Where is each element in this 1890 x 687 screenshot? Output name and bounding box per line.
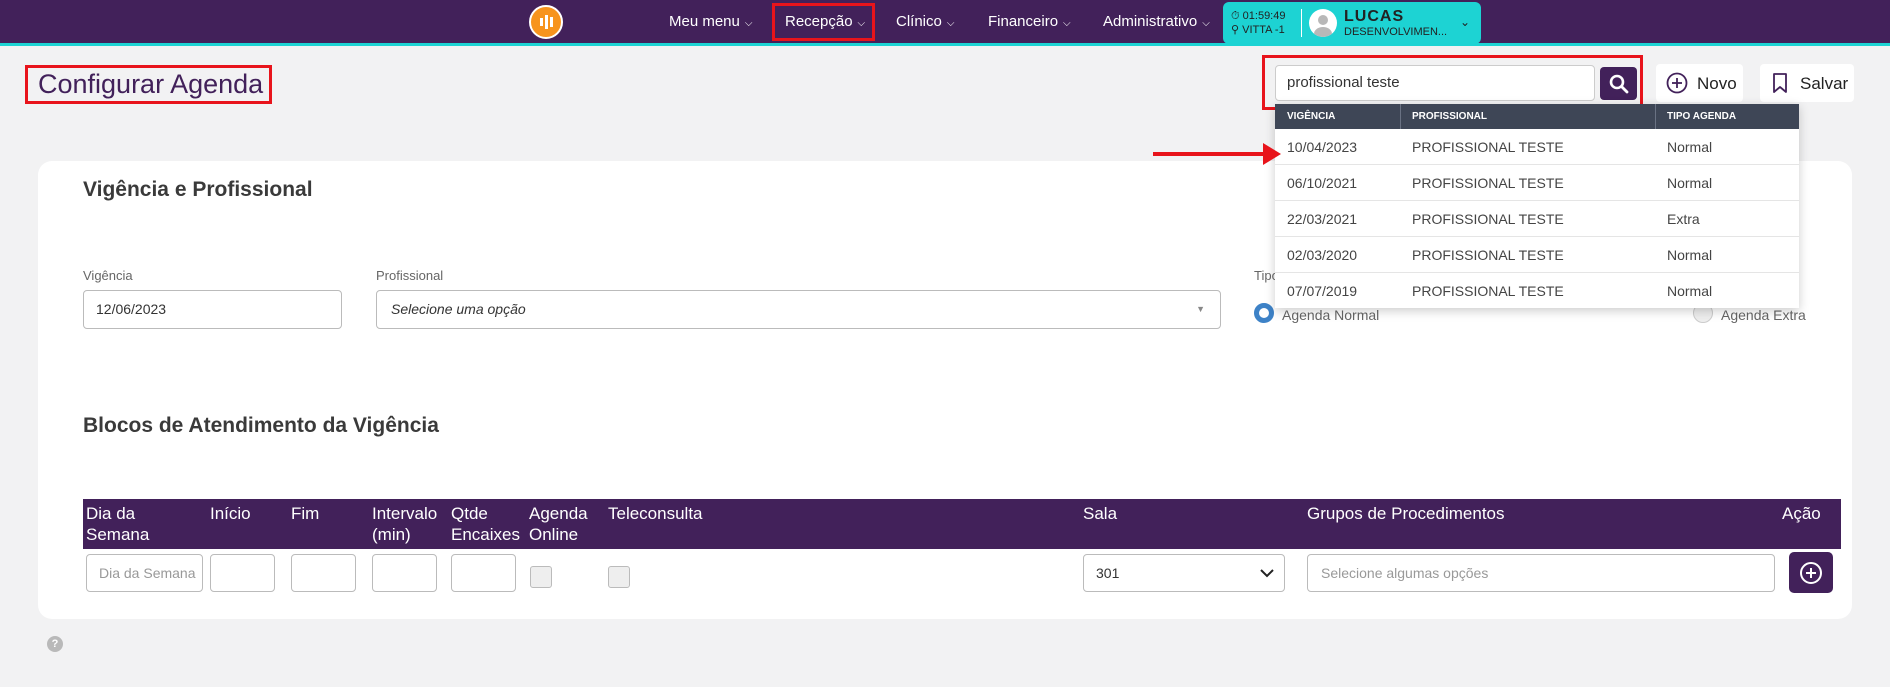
encaixes-input[interactable] (451, 554, 516, 592)
chevron-down-icon (1260, 569, 1274, 578)
result-tipo: Normal (1667, 283, 1713, 299)
dia-semana-input[interactable]: Dia da Semana (86, 554, 203, 592)
radio-agenda-normal-label: Agenda Normal (1282, 307, 1380, 323)
result-tipo: Extra (1667, 211, 1700, 227)
vigencia-label: Vigência (83, 268, 133, 283)
chevron-down-icon: ⌄ (1460, 15, 1471, 29)
chevron-down-icon: ⌵ (946, 18, 955, 29)
result-vigencia: 10/04/2023 (1287, 139, 1358, 155)
session-time: 01:59:49 (1242, 10, 1286, 22)
result-vigencia: 06/10/2021 (1287, 175, 1358, 191)
annotation-arrow (1153, 152, 1270, 156)
user-menu[interactable]: ⏱ 01:59:49 ⚲ VITTA -1 LUCAS DESENVOLVIME… (1223, 2, 1481, 44)
result-vigencia: 07/07/2019 (1287, 283, 1358, 299)
result-profissional: PROFISSIONAL TESTE (1412, 139, 1564, 155)
nav-item-meu-menu[interactable]: Meu menu ⌵ (669, 0, 752, 43)
column-header-fim: Fim (291, 504, 320, 523)
column-header-sala: Sala (1083, 504, 1118, 523)
profissional-label: Profissional (376, 268, 444, 283)
search-result-row[interactable]: 22/03/2021 PROFISSIONAL TESTE Extra (1275, 201, 1799, 237)
teleconsulta-checkbox[interactable] (608, 566, 630, 588)
novo-button[interactable]: Novo (1656, 64, 1743, 102)
result-tipo: Normal (1667, 247, 1713, 263)
column-header-acao: Ação (1782, 504, 1821, 523)
nav-label: Administrativo (1103, 13, 1198, 30)
chevron-down-icon: ⌵ (1063, 18, 1071, 29)
profissional-select[interactable]: Selecione uma opção ▼ (376, 290, 1221, 329)
location-pin-icon: ⚲ (1231, 24, 1240, 36)
highlight-box (772, 3, 875, 41)
result-profissional: PROFISSIONAL TESTE (1412, 283, 1564, 299)
user-role: DESENVOLVIMEN... (1344, 26, 1448, 38)
result-vigencia: 02/03/2020 (1287, 247, 1358, 263)
search-result-row[interactable]: 07/07/2019 PROFISSIONAL TESTE Normal (1275, 273, 1799, 309)
result-tipo: Normal (1667, 139, 1713, 155)
session-location: VITTA -1 (1242, 24, 1285, 36)
result-profissional: PROFISSIONAL TESTE (1412, 175, 1564, 191)
top-navbar: Meu menu ⌵ Recepção ⌵ Clínico ⌵ Financeiro ⌵… (0, 0, 1890, 46)
column-header-inicio: Início (210, 504, 251, 523)
nav-label: Meu menu (669, 13, 740, 30)
agenda-online-checkbox[interactable] (530, 566, 552, 588)
plus-circle-icon (1666, 72, 1688, 94)
search-result-row[interactable]: 10/04/2023 PROFISSIONAL TESTE Normal (1275, 129, 1799, 165)
profissional-placeholder: Selecione uma opção (391, 301, 526, 317)
clock-icon: ⏱ (1231, 10, 1240, 22)
column-header-dia: Dia da Semana (86, 504, 150, 544)
chevron-down-icon: ⌵ (744, 18, 753, 29)
column-header-intervalo: Intervalo (min) (372, 504, 438, 544)
column-header-agenda-online: Agenda Online (529, 504, 588, 544)
search-result-row[interactable]: 06/10/2021 PROFISSIONAL TESTE Normal (1275, 165, 1799, 201)
highlight-box (1262, 55, 1643, 110)
bookmark-icon (1773, 73, 1787, 93)
avatar (1309, 9, 1337, 37)
column-header-encaixes: Qtde Encaixes (451, 504, 520, 544)
vigencia-field[interactable]: 12/06/2023 (83, 290, 342, 329)
app-logo[interactable] (529, 5, 563, 39)
radio-agenda-normal[interactable] (1254, 303, 1274, 323)
session-info: ⏱ 01:59:49 ⚲ VITTA -1 (1231, 9, 1285, 37)
nav-item-financeiro[interactable]: Financeiro ⌵ (988, 0, 1071, 43)
search-results-dropdown: VIGÊNCIA PROFISSIONAL TIPO AGENDA 10/04/… (1275, 104, 1799, 308)
caret-down-icon: ▼ (1196, 304, 1205, 314)
novo-label: Novo (1697, 74, 1737, 93)
column-header-teleconsulta: Teleconsulta (608, 504, 703, 523)
grupos-procedimentos-select[interactable]: Selecione algumas opções (1307, 554, 1775, 592)
sala-value: 301 (1096, 565, 1120, 581)
search-result-row[interactable]: 02/03/2020 PROFISSIONAL TESTE Normal (1275, 237, 1799, 273)
result-profissional: PROFISSIONAL TESTE (1412, 247, 1564, 263)
intervalo-input[interactable] (372, 554, 437, 592)
section-title-vigencia: Vigência e Profissional (83, 178, 313, 201)
help-icon[interactable]: ? (47, 636, 63, 652)
blocos-table-header (83, 499, 1841, 549)
salvar-button[interactable]: Salvar (1760, 64, 1854, 102)
salvar-label: Salvar (1800, 74, 1849, 93)
inicio-input[interactable] (210, 554, 275, 592)
plus-circle-icon (1800, 561, 1822, 584)
section-title-blocos: Blocos de Atendimento da Vigência (83, 414, 439, 437)
annotation-arrow-head (1263, 143, 1281, 165)
nav-label: Clínico (896, 13, 942, 30)
fim-input[interactable] (291, 554, 356, 592)
nav-item-clinico[interactable]: Clínico ⌵ (896, 0, 954, 43)
user-name: LUCAS (1344, 8, 1405, 25)
add-bloco-button[interactable] (1789, 552, 1833, 593)
result-tipo: Normal (1667, 175, 1713, 191)
highlight-box (25, 65, 272, 104)
sala-select[interactable]: 301 (1083, 554, 1285, 592)
nav-item-administrativo[interactable]: Administrativo ⌵ (1103, 0, 1210, 43)
result-vigencia: 22/03/2021 (1287, 211, 1358, 227)
divider (1301, 9, 1302, 37)
radio-agenda-extra-label: Agenda Extra (1721, 307, 1806, 323)
chevron-down-icon: ⌵ (1202, 18, 1210, 29)
nav-label: Financeiro (988, 13, 1059, 30)
dropdown-header-tipo: TIPO AGENDA (1667, 111, 1737, 122)
dropdown-header-vigencia: VIGÊNCIA (1287, 111, 1336, 122)
dropdown-header-profissional: PROFISSIONAL (1412, 111, 1488, 122)
column-header-grupos: Grupos de Procedimentos (1307, 504, 1505, 523)
result-profissional: PROFISSIONAL TESTE (1412, 211, 1564, 227)
